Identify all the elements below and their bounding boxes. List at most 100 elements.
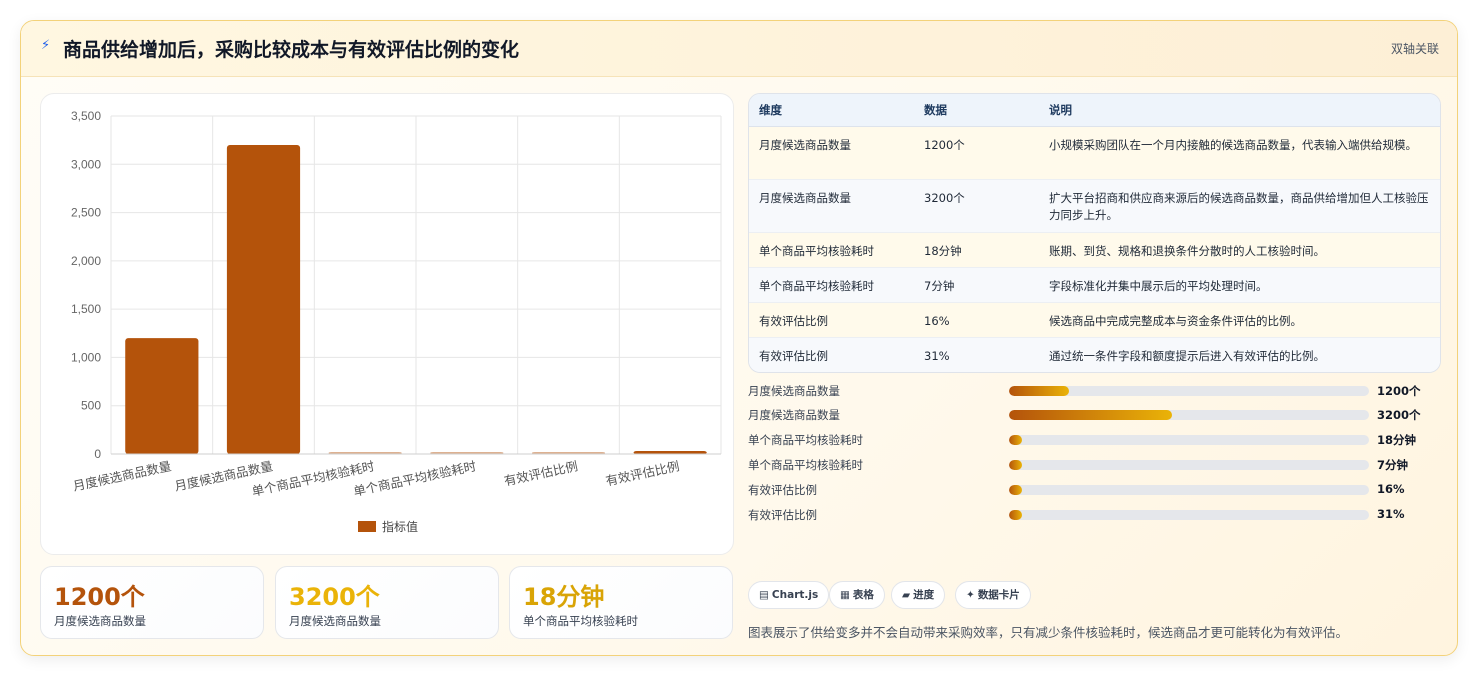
kpi-value: 18分钟 (523, 583, 605, 611)
y-tick-label: 1,500 (71, 302, 101, 316)
progress-value: 16% (1377, 482, 1405, 496)
chart-card: ⚡ 商品供给增加后，采购比较成本与有效评估比例的变化 双轴关联 0 500 1,00… (20, 20, 1458, 656)
chip-data-cards[interactable]: ✦ 数据卡片 (955, 581, 1031, 609)
legend-swatch (358, 521, 376, 532)
chip-label: Chart.js (771, 589, 819, 601)
x-tick-label: 有效评估比例 (604, 458, 680, 488)
dual-axis-tag: 双轴关联 (1390, 42, 1439, 56)
progress-label: 月度候选商品数量 (748, 408, 840, 422)
progress-fill (1009, 485, 1022, 495)
cell-description: 小规模采购团队在一个月内接触的候选商品数量，代表输入端供给规模。 (1039, 126, 1440, 180)
bar (125, 338, 199, 454)
table-row: 单个商品平均核验耗时 18分钟 账期、到货、规格和退换条件分散时的人工核验时间。 (749, 232, 1440, 268)
kpi-card: 18分钟 单个商品平均核验耗时 (509, 566, 733, 639)
data-table: 维度 数据 说明 月度候选商品数量 1200个 小规模采购团队在一个月内接触的候… (748, 93, 1441, 373)
table-row: 有效评估比例 16% 候选商品中完成完整成本与资金条件评估的比例。 (749, 302, 1440, 338)
progress-fill (1009, 460, 1022, 470)
cell-value: 3200个 (914, 179, 1039, 233)
progress-value: 31% (1377, 507, 1405, 521)
chart-icon: ▤ (759, 589, 769, 601)
progress-row: 月度候选商品数量 3200个 (748, 405, 1441, 425)
y-tick-label: 2,500 (71, 206, 101, 220)
progress-track (1009, 386, 1369, 396)
chip-label: 进度 (913, 589, 935, 601)
progress-track (1009, 485, 1369, 495)
column-header-description: 说明 (1039, 94, 1440, 127)
y-tick-label: 3,500 (71, 109, 101, 123)
y-tick-label: 2,000 (71, 254, 101, 268)
kpi-label: 单个商品平均核验耗时 (523, 614, 638, 628)
cell-dimension: 单个商品平均核验耗时 (749, 267, 914, 303)
y-tick-label: 0 (94, 447, 101, 461)
summary-text: 图表展示了供给变多并不会自动带来采购效率，只有减少条件核验耗时，候选商品才更可能… (748, 625, 1349, 640)
table-row: 单个商品平均核验耗时 7分钟 字段标准化并集中展示后的平均处理时间。 (749, 267, 1440, 303)
y-tick-label: 1,000 (71, 350, 101, 364)
cell-description: 账期、到货、规格和退换条件分散时的人工核验时间。 (1039, 232, 1440, 268)
progress-label: 有效评估比例 (748, 508, 817, 522)
kpi-value: 3200个 (289, 583, 380, 611)
card-title: 商品供给增加后，采购比较成本与有效评估比例的变化 (63, 39, 520, 61)
bar-chart: 0 500 1,000 1,500 2,000 2,500 3,000 3,500 月度候选商品… (71, 109, 722, 534)
progress-label: 有效评估比例 (748, 483, 817, 497)
column-header-data: 数据 (914, 94, 1039, 127)
chip-table[interactable]: ▦ 表格 (829, 581, 885, 609)
progress-icon: ▰ (902, 589, 911, 601)
table-row: 月度候选商品数量 1200个 小规模采购团队在一个月内接触的候选商品数量，代表输… (749, 126, 1440, 180)
table-icon: ▦ (840, 589, 850, 601)
cell-value: 31% (914, 337, 1039, 372)
progress-fill (1009, 435, 1022, 445)
cell-dimension: 月度候选商品数量 (749, 126, 914, 180)
cell-description: 候选商品中完成完整成本与资金条件评估的比例。 (1039, 302, 1440, 338)
chip-progress[interactable]: ▰ 进度 (891, 581, 946, 609)
bar-chart-panel: 0 500 1,000 1,500 2,000 2,500 3,000 3,500 月度候选商品… (40, 93, 734, 555)
cell-dimension: 单个商品平均核验耗时 (749, 232, 914, 268)
table-row: 有效评估比例 31% 通过统一条件字段和额度提示后进入有效评估的比例。 (749, 337, 1440, 372)
progress-label: 月度候选商品数量 (748, 384, 840, 398)
progress-row: 单个商品平均核验耗时 18分钟 (748, 430, 1441, 450)
table-row: 月度候选商品数量 3200个 扩大平台招商和供应商来源后的候选商品数量，商品供给… (749, 179, 1440, 233)
y-tick-label: 3,000 (71, 157, 101, 171)
cell-description: 通过统一条件字段和额度提示后进入有效评估的比例。 (1039, 337, 1440, 372)
cell-value: 1200个 (914, 126, 1039, 180)
kpi-label: 月度候选商品数量 (289, 614, 381, 628)
progress-row: 月度候选商品数量 1200个 (748, 381, 1441, 401)
card-header: ⚡ 商品供给增加后，采购比较成本与有效评估比例的变化 双轴关联 (21, 21, 1457, 77)
progress-fill (1009, 386, 1070, 396)
table-header-row: 维度 数据 说明 (749, 94, 1440, 127)
bar (226, 144, 301, 454)
cell-dimension: 月度候选商品数量 (749, 179, 914, 233)
y-tick-label: 500 (81, 399, 101, 413)
progress-value: 18分钟 (1377, 433, 1417, 447)
cell-value: 7分钟 (914, 267, 1039, 303)
progress-fill (1009, 410, 1173, 420)
progress-fill (1009, 510, 1022, 520)
progress-row: 单个商品平均核验耗时 7分钟 (748, 455, 1441, 475)
kpi-card: 1200个 月度候选商品数量 (40, 566, 264, 639)
chip-label: 表格 (852, 589, 874, 601)
progress-track (1009, 510, 1369, 520)
progress-value: 1200个 (1377, 384, 1421, 398)
cell-description: 扩大平台招商和供应商来源后的候选商品数量，商品供给增加但人工核验压力同步上升。 (1039, 179, 1440, 233)
x-tick-label: 有效评估比例 (503, 458, 579, 488)
progress-value: 3200个 (1377, 408, 1421, 422)
progress-label: 单个商品平均核验耗时 (748, 433, 863, 447)
kpi-card: 3200个 月度候选商品数量 (275, 566, 499, 639)
sparkle-icon: ✦ (966, 589, 975, 601)
kpi-value: 1200个 (54, 583, 145, 611)
cell-description: 字段标准化并集中展示后的平均处理时间。 (1039, 267, 1440, 303)
kpi-label: 月度候选商品数量 (54, 614, 146, 628)
progress-value: 7分钟 (1377, 458, 1409, 472)
cell-value: 16% (914, 302, 1039, 338)
progress-track (1009, 410, 1369, 420)
legend-label: 指标值 (382, 519, 418, 534)
progress-row: 有效评估比例 16% (748, 480, 1441, 500)
chip-chartjs[interactable]: ▤ Chart.js (748, 581, 830, 609)
progress-row: 有效评估比例 31% (748, 505, 1441, 525)
column-header-dimension: 维度 (749, 94, 914, 127)
progress-label: 单个商品平均核验耗时 (748, 458, 863, 472)
cell-dimension: 有效评估比例 (749, 302, 914, 338)
progress-track (1009, 460, 1369, 470)
chip-label: 数据卡片 (977, 589, 1020, 601)
lightning-icon: ⚡ (41, 38, 51, 53)
x-tick-label: 月度候选商品数量 (72, 458, 173, 493)
